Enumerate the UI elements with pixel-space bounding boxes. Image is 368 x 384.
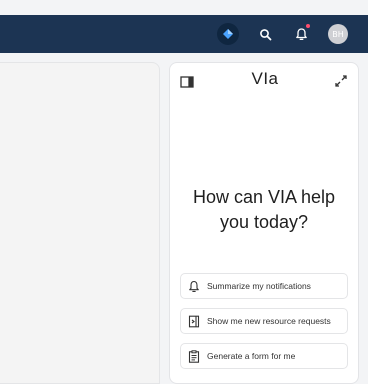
greeting-heading: How can VIA help you today? bbox=[192, 187, 336, 232]
expand-icon[interactable] bbox=[334, 73, 348, 87]
notification-dot bbox=[306, 24, 310, 28]
suggestion-generate-form[interactable]: Generate a form for me bbox=[180, 343, 348, 369]
clipboard-icon bbox=[187, 349, 201, 363]
via-assistant-panel: VIa How can VIA help you today? Summariz… bbox=[169, 62, 359, 384]
search-button[interactable] bbox=[254, 23, 276, 45]
suggestion-summarize-notifications[interactable]: Summarize my notifications bbox=[180, 273, 348, 299]
sidebar-toggle-icon[interactable] bbox=[180, 73, 194, 88]
main-content-panel bbox=[0, 62, 160, 384]
doc-arrow-icon bbox=[187, 314, 201, 328]
ai-assistant-button[interactable] bbox=[217, 23, 239, 45]
notifications-button[interactable] bbox=[290, 23, 312, 45]
user-avatar[interactable]: BH bbox=[328, 24, 348, 44]
bell-icon bbox=[295, 28, 307, 40]
suggestion-label: Show me new resource requests bbox=[207, 316, 331, 326]
suggestion-label: Summarize my notifications bbox=[207, 281, 311, 291]
bell-icon bbox=[187, 279, 201, 293]
search-icon bbox=[259, 28, 271, 40]
diamond-icon bbox=[223, 29, 233, 39]
top-navigation-bar: BH bbox=[0, 15, 368, 53]
suggestion-resource-requests[interactable]: Show me new resource requests bbox=[180, 308, 348, 334]
suggestion-label: Generate a form for me bbox=[207, 351, 296, 361]
via-logo: VIa bbox=[251, 69, 279, 88]
